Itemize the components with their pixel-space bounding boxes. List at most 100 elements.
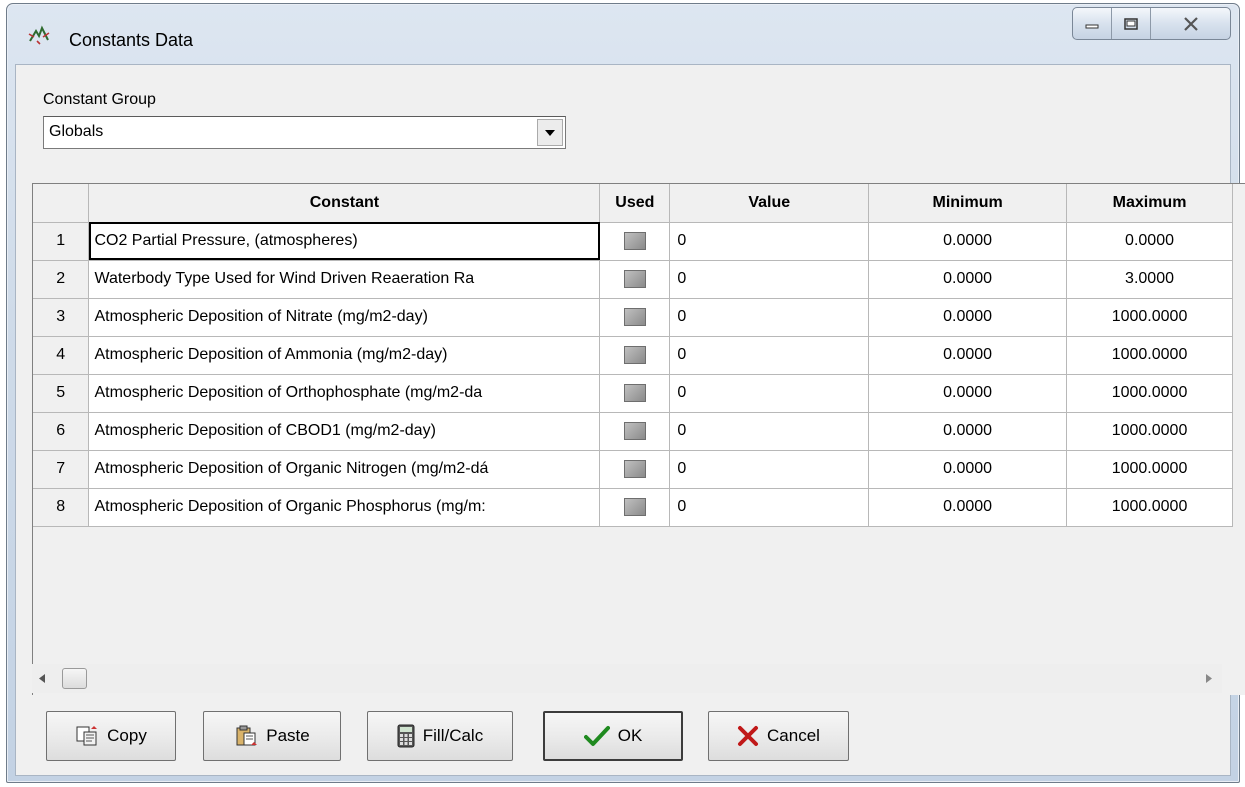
value-cell[interactable]: 0 (669, 450, 870, 489)
row-number[interactable]: 5 (33, 374, 90, 413)
checkmark-icon (583, 726, 610, 746)
title-bar[interactable]: Constants Data (7, 4, 1239, 64)
constant-cell[interactable]: Atmospheric Deposition of Organic Phosph… (88, 488, 601, 527)
minimize-icon (1085, 24, 1099, 28)
scroll-left-button[interactable] (37, 672, 47, 684)
fill-calc-button[interactable]: Fill/Calc (367, 711, 513, 761)
table-row: 5 Atmospheric Deposition of Orthophospha… (33, 374, 1233, 413)
header-minimum[interactable]: Minimum (868, 184, 1068, 223)
table-row: 4 Atmospheric Deposition of Ammonia (mg/… (33, 336, 1233, 375)
used-cell[interactable] (599, 374, 671, 413)
value-cell[interactable]: 0 (669, 412, 870, 451)
used-checkbox[interactable] (623, 307, 646, 326)
used-checkbox[interactable] (623, 497, 646, 516)
close-button[interactable] (1151, 8, 1230, 39)
minimum-cell[interactable]: 0.0000 (868, 488, 1068, 527)
value-cell[interactable]: 0 (669, 374, 870, 413)
used-cell[interactable] (599, 412, 671, 451)
used-cell[interactable] (599, 260, 671, 299)
value-cell[interactable]: 0 (669, 260, 870, 299)
row-number[interactable]: 4 (33, 336, 90, 375)
maximum-cell[interactable]: 1000.0000 (1066, 488, 1233, 527)
constant-group-value: Globals (49, 123, 104, 140)
ok-button[interactable]: OK (543, 711, 683, 761)
maximum-cell[interactable]: 1000.0000 (1066, 374, 1233, 413)
header-maximum[interactable]: Maximum (1066, 184, 1233, 223)
maximum-cell[interactable]: 3.0000 (1066, 260, 1233, 299)
row-number[interactable]: 7 (33, 450, 90, 489)
constant-cell[interactable]: Atmospheric Deposition of Nitrate (mg/m2… (88, 298, 601, 337)
maximize-icon (1124, 17, 1138, 30)
table-row: 8 Atmospheric Deposition of Organic Phos… (33, 488, 1233, 527)
paste-button[interactable]: Paste (203, 711, 341, 761)
dialog-client-area: Constant Group Globals Constant Used Val… (15, 64, 1245, 776)
table-row: 2 Waterbody Type Used for Wind Driven Re… (33, 260, 1233, 299)
constant-cell[interactable]: Atmospheric Deposition of Organic Nitrog… (88, 450, 601, 489)
used-checkbox[interactable] (623, 269, 646, 288)
row-number[interactable]: 8 (33, 488, 90, 527)
scroll-thumb[interactable] (62, 668, 87, 689)
cancel-x-icon (738, 726, 759, 746)
value-cell[interactable]: 0 (669, 336, 870, 375)
row-number[interactable]: 3 (33, 298, 90, 337)
maximize-button[interactable] (1112, 8, 1151, 39)
row-number[interactable]: 6 (33, 412, 90, 451)
value-cell[interactable]: 0 (669, 298, 870, 337)
used-cell[interactable] (599, 222, 671, 261)
minimum-cell[interactable]: 0.0000 (868, 336, 1068, 375)
used-cell[interactable] (599, 488, 671, 527)
used-checkbox[interactable] (623, 345, 646, 364)
ok-label: OK (617, 726, 643, 745)
calculator-icon (397, 724, 415, 748)
used-cell[interactable] (599, 336, 671, 375)
used-checkbox[interactable] (623, 459, 646, 478)
constant-group-select[interactable]: Globals (43, 116, 566, 149)
used-checkbox[interactable] (623, 231, 646, 250)
minimum-cell[interactable]: 0.0000 (868, 222, 1068, 261)
cancel-button[interactable]: Cancel (708, 711, 849, 761)
copy-icon (76, 726, 98, 746)
maximum-cell[interactable]: 1000.0000 (1066, 450, 1233, 489)
minimum-cell[interactable]: 0.0000 (868, 374, 1068, 413)
used-cell[interactable] (599, 450, 671, 489)
constant-cell[interactable]: Atmospheric Deposition of CBOD1 (mg/m2-d… (88, 412, 601, 451)
table-header-row: Constant Used Value Minimum Maximum (33, 184, 1233, 223)
chevron-down-icon (545, 129, 555, 136)
header-used[interactable]: Used (599, 184, 671, 223)
used-checkbox[interactable] (623, 421, 646, 440)
minimum-cell[interactable]: 0.0000 (868, 412, 1068, 451)
horizontal-scrollbar[interactable] (32, 664, 1222, 693)
app-icon (28, 25, 50, 45)
maximum-cell[interactable]: 1000.0000 (1066, 298, 1233, 337)
used-checkbox[interactable] (623, 383, 646, 402)
constants-data-window: Constants Data Constant Group Globals Co… (6, 3, 1245, 783)
constant-cell[interactable]: Atmospheric Deposition of Ammonia (mg/m2… (88, 336, 601, 375)
maximum-cell[interactable]: 0.0000 (1066, 222, 1233, 261)
row-number[interactable]: 1 (33, 222, 90, 261)
constant-cell[interactable]: Atmospheric Deposition of Orthophosphate… (88, 374, 601, 413)
value-cell[interactable]: 0 (669, 222, 870, 261)
minimum-cell[interactable]: 0.0000 (868, 450, 1068, 489)
maximum-cell[interactable]: 1000.0000 (1066, 412, 1233, 451)
table-row: 1 CO2 Partial Pressure, (atmospheres) 0 … (33, 222, 1233, 261)
copy-button[interactable]: Copy (46, 711, 176, 761)
used-cell[interactable] (599, 298, 671, 337)
header-value[interactable]: Value (669, 184, 870, 223)
header-constant[interactable]: Constant (88, 184, 601, 223)
constants-grid[interactable]: Constant Used Value Minimum Maximum 1 CO… (32, 183, 1245, 695)
arrow-left-icon (39, 673, 45, 683)
paste-icon (236, 725, 258, 746)
constant-cell[interactable]: CO2 Partial Pressure, (atmospheres) (88, 222, 601, 261)
value-cell[interactable]: 0 (669, 488, 870, 527)
dropdown-button[interactable] (537, 119, 563, 146)
window-title: Constants Data (69, 30, 194, 50)
minimize-button[interactable] (1073, 8, 1112, 39)
constant-cell[interactable]: Waterbody Type Used for Wind Driven Reae… (88, 260, 601, 299)
minimum-cell[interactable]: 0.0000 (868, 298, 1068, 337)
copy-label: Copy (107, 726, 147, 745)
scroll-right-button[interactable] (1204, 672, 1214, 684)
maximum-cell[interactable]: 1000.0000 (1066, 336, 1233, 375)
paste-label: Paste (266, 726, 310, 745)
row-number[interactable]: 2 (33, 260, 90, 299)
minimum-cell[interactable]: 0.0000 (868, 260, 1068, 299)
